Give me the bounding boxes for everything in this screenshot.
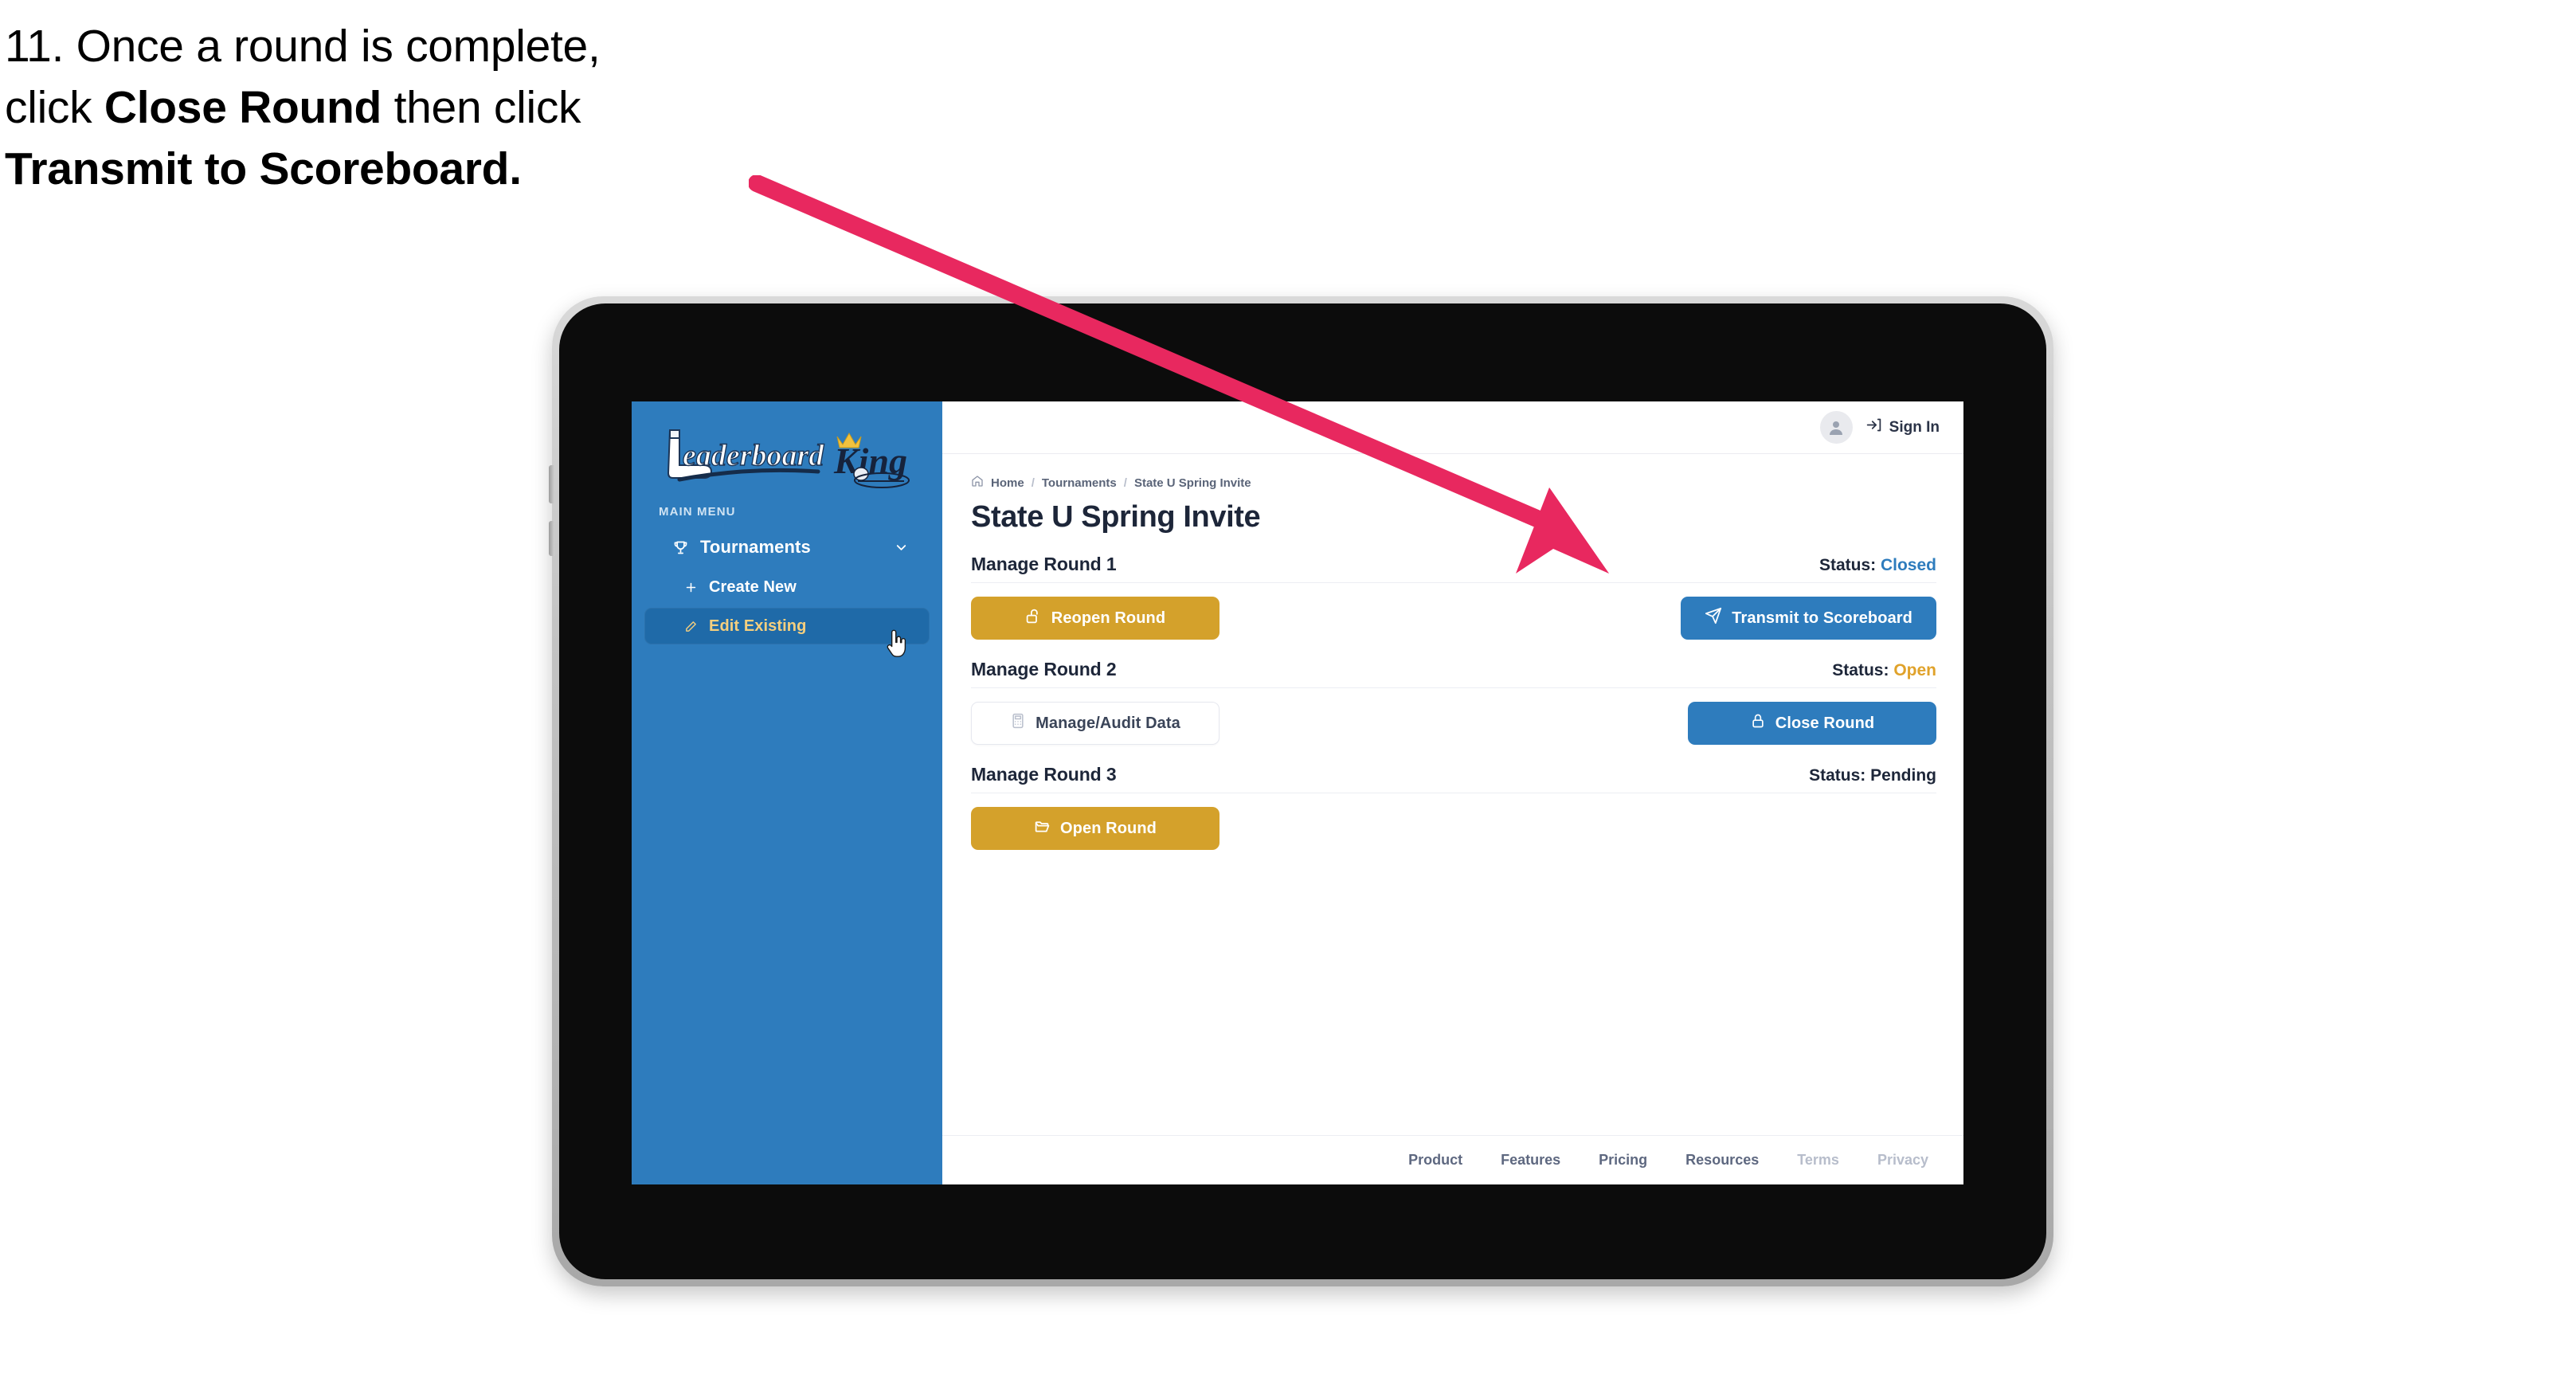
sidebar-item-label: Tournaments: [700, 537, 811, 557]
tablet-side-button-bottom: [549, 521, 554, 556]
sidebar-item-tournaments[interactable]: Tournaments: [644, 528, 930, 566]
sidebar-section-label: MAIN MENU: [659, 505, 736, 519]
sidebar: eaderboard King MAIN MENU Tournaments Cr…: [632, 401, 942, 1184]
breadcrumb-item-current: State U Spring Invite: [1133, 476, 1251, 490]
status-value: Pending: [1870, 766, 1936, 785]
status-label: Status:: [1809, 766, 1866, 785]
button-label: Close Round: [1775, 714, 1875, 732]
sidebar-subitem-label: Create New: [709, 578, 797, 596]
top-bar: Sign In: [942, 401, 1963, 454]
avatar[interactable]: [1819, 411, 1853, 444]
caption-line-3: Transmit to Scoreboard.: [5, 143, 522, 194]
status-value: Open: [1893, 661, 1936, 679]
close-round-button[interactable]: Close Round: [1688, 702, 1936, 745]
user-avatar-icon: [1830, 421, 1843, 435]
status-badge: Status: Open: [1832, 661, 1936, 680]
status-badge: Status: Closed: [1819, 556, 1936, 575]
round-actions: Reopen Round Transmit to Scoreboard: [971, 583, 1936, 640]
footer-link-features[interactable]: Features: [1501, 1152, 1560, 1169]
leaderboard-king-logo-icon: eaderboard King: [667, 429, 910, 488]
tablet-screen-bezel: eaderboard King MAIN MENU Tournaments Cr…: [559, 303, 2046, 1279]
footer: Product Features Pricing Resources Terms…: [942, 1135, 1963, 1184]
footer-link-privacy[interactable]: Privacy: [1877, 1152, 1928, 1169]
round-header: Manage Round 1 Status: Closed: [971, 554, 1936, 583]
breadcrumb-item-home[interactable]: Home: [991, 476, 1024, 490]
round-header: Manage Round 3 Status: Pending: [971, 764, 1936, 793]
round-section-3: Manage Round 3 Status: Pending Open Roun…: [971, 764, 1936, 850]
button-label: Reopen Round: [1051, 609, 1166, 627]
paper-plane-icon: [1705, 607, 1722, 629]
tablet-side-button-top: [549, 465, 554, 503]
footer-link-product[interactable]: Product: [1408, 1152, 1462, 1169]
round-header: Manage Round 2 Status: Open: [971, 659, 1936, 688]
round-title: Manage Round 2: [971, 659, 1117, 679]
status-value: Closed: [1880, 556, 1936, 574]
plus-icon: [679, 578, 702, 597]
reopen-round-button[interactable]: Reopen Round: [971, 597, 1219, 640]
home-icon[interactable]: [971, 475, 984, 491]
footer-link-terms[interactable]: Terms: [1797, 1152, 1839, 1169]
brand-logo[interactable]: eaderboard King: [632, 401, 942, 499]
manage-audit-data-button[interactable]: Manage/Audit Data: [971, 702, 1219, 745]
main-content: Sign In Home / Tournaments / State U Spr…: [942, 401, 1963, 1184]
round-section-1: Manage Round 1 Status: Closed Reopen Rou…: [971, 554, 1936, 640]
sign-in-label: Sign In: [1889, 418, 1940, 436]
round-section-2: Manage Round 2 Status: Open Manage/Audit…: [971, 659, 1936, 745]
breadcrumb-separator: /: [1123, 476, 1127, 490]
status-label: Status:: [1818, 556, 1877, 574]
status-label: Status:: [1832, 661, 1889, 679]
instruction-caption: 11. Once a round is complete, click Clos…: [5, 16, 897, 200]
caption-line-1: 11. Once a round is complete,: [5, 21, 601, 72]
page-title: State U Spring Invite: [971, 500, 1261, 534]
page-content: Home / Tournaments / State U Spring Invi…: [942, 454, 1963, 1135]
sidebar-subitem-label: Edit Existing: [709, 617, 807, 635]
web-app-viewport: eaderboard King MAIN MENU Tournaments Cr…: [632, 401, 1963, 1184]
footer-link-pricing[interactable]: Pricing: [1599, 1152, 1647, 1169]
login-arrow-icon: [1865, 417, 1882, 438]
transmit-to-scoreboard-button[interactable]: Transmit to Scoreboard: [1681, 597, 1936, 640]
status-badge: Status: Pending: [1809, 766, 1936, 785]
lock-icon: [1750, 713, 1766, 734]
button-label: Manage/Audit Data: [1035, 714, 1180, 732]
edit-pencil-icon: [679, 617, 702, 636]
caption-line-2: click Close Round then click: [5, 81, 581, 133]
round-title: Manage Round 1: [971, 554, 1117, 574]
round-actions: Manage/Audit Data Close Round: [971, 688, 1936, 745]
calculator-icon: [1010, 713, 1026, 734]
button-label: Transmit to Scoreboard: [1732, 609, 1912, 627]
breadcrumb-separator: /: [1031, 476, 1035, 490]
round-title: Manage Round 3: [971, 764, 1117, 785]
chevron-down-icon[interactable]: [894, 540, 909, 555]
unlock-icon: [1025, 608, 1042, 629]
tablet-device-frame: eaderboard King MAIN MENU Tournaments Cr…: [549, 296, 2053, 1286]
open-round-button[interactable]: Open Round: [971, 807, 1219, 850]
round-actions: Open Round: [971, 793, 1936, 850]
sign-in-button[interactable]: Sign In: [1865, 417, 1940, 438]
mouse-pointer-hand-cursor: [887, 629, 906, 657]
breadcrumb: Home / Tournaments / State U Spring Invi…: [971, 475, 1936, 491]
button-label: Open Round: [1060, 819, 1157, 837]
svg-text:eaderboard: eaderboard: [683, 439, 824, 472]
folder-open-icon: [1034, 818, 1051, 840]
breadcrumb-item-tournaments[interactable]: Tournaments: [1042, 476, 1117, 490]
sidebar-item-create-new[interactable]: Create New: [644, 569, 930, 605]
trophy-icon: [668, 537, 692, 558]
footer-link-resources[interactable]: Resources: [1685, 1152, 1759, 1169]
